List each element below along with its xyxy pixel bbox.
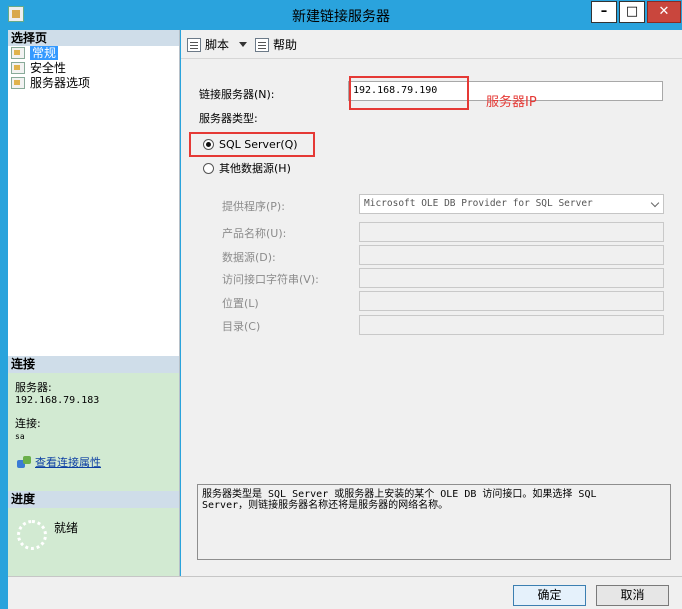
server-type-label: 服务器类型: xyxy=(199,112,258,125)
progress-panel: 就绪 xyxy=(8,508,179,576)
left-panel: 选择页 常规 安全性 服务器选项 连接 服务器: 192.168.79.183 … xyxy=(8,30,180,576)
server-label: 服务器: xyxy=(15,381,52,394)
connection-panel: 服务器: 192.168.79.183 连接: sa 查看连接属性 xyxy=(8,373,179,491)
select-page-heading: 选择页 xyxy=(8,30,179,46)
description-line: Server，则链接服务器名称还将是服务器的网络名称。 xyxy=(202,500,449,511)
progress-heading: 进度 xyxy=(8,491,179,508)
page-icon xyxy=(11,47,25,59)
server-ip-highlight xyxy=(349,76,469,110)
connection-value: sa xyxy=(15,432,25,441)
provider-value: Microsoft OLE DB Provider for SQL Server xyxy=(364,198,593,209)
cancel-button[interactable]: 取消 xyxy=(596,585,669,606)
main-panel: 脚本 帮助 链接服务器(N): 192.168.79.190 服务器IP 服务器… xyxy=(181,30,682,576)
button-bar: 确定 取消 xyxy=(8,576,682,609)
sidebar-item-label: 服务器选项 xyxy=(30,76,91,90)
location-label: 位置(L) xyxy=(222,297,259,310)
page-icon xyxy=(11,62,25,74)
provider-label: 提供程序(P): xyxy=(222,200,285,213)
view-connection-properties[interactable]: 查看连接属性 xyxy=(15,455,172,470)
description-line: 服务器类型是 SQL Server 或服务器上安装的某个 OLE DB 访问接口… xyxy=(202,489,597,500)
connection-heading: 连接 xyxy=(8,356,179,373)
product-name-label: 产品名称(U): xyxy=(222,227,287,240)
window-title: 新建链接服务器 xyxy=(292,9,390,25)
close-button[interactable]: ✕ xyxy=(647,1,681,23)
sidebar-item-server-options[interactable]: 服务器选项 xyxy=(8,76,179,91)
sidebar-item-security[interactable]: 安全性 xyxy=(8,61,179,76)
location-input[interactable] xyxy=(359,291,664,311)
progress-status: 就绪 xyxy=(54,521,79,535)
connection-properties-icon xyxy=(17,456,31,468)
maximize-button[interactable]: □ xyxy=(619,1,645,23)
script-dropdown-icon[interactable] xyxy=(239,42,247,47)
minimize-icon: – xyxy=(600,4,608,19)
provider-select[interactable]: Microsoft OLE DB Provider for SQL Server xyxy=(359,194,664,214)
provider-string-input[interactable] xyxy=(359,268,664,288)
chevron-down-icon xyxy=(650,198,660,208)
radio-unchecked-icon xyxy=(203,163,214,174)
ok-button[interactable]: 确定 xyxy=(513,585,586,606)
sidebar-item-label: 常规 xyxy=(30,46,59,60)
sql-server-highlight xyxy=(189,132,315,157)
script-icon xyxy=(187,38,201,52)
provider-string-label: 访问接口字符串(V): xyxy=(222,273,319,286)
view-connection-properties-link[interactable]: 查看连接属性 xyxy=(35,456,101,469)
product-name-input[interactable] xyxy=(359,222,664,242)
server-value: 192.168.79.183 xyxy=(15,395,100,406)
data-source-input[interactable] xyxy=(359,245,664,265)
page-icon xyxy=(11,77,25,89)
data-source-label: 数据源(D): xyxy=(222,251,276,264)
description-box: 服务器类型是 SQL Server 或服务器上安装的某个 OLE DB 访问接口… xyxy=(197,484,671,560)
help-button[interactable]: 帮助 xyxy=(255,37,297,53)
script-button[interactable]: 脚本 xyxy=(187,37,229,53)
maximize-icon: □ xyxy=(625,4,639,19)
linked-server-label: 链接服务器(N): xyxy=(199,88,275,101)
connection-label: 连接: xyxy=(15,417,41,430)
sidebar-item-general[interactable]: 常规 xyxy=(8,46,179,61)
catalog-label: 目录(C) xyxy=(222,320,261,333)
title-bar[interactable]: 新建链接服务器 – □ ✕ xyxy=(0,0,682,30)
minimize-button[interactable]: – xyxy=(591,1,617,23)
script-label: 脚本 xyxy=(205,38,230,52)
server-ip-annotation: 服务器IP xyxy=(486,95,537,110)
help-icon xyxy=(255,38,269,52)
close-icon: ✕ xyxy=(658,4,670,19)
dialog-window: 新建链接服务器 – □ ✕ 选择页 常规 安全性 服务器选项 连接 服务器: 1… xyxy=(0,0,682,609)
progress-spinner-icon xyxy=(17,520,47,550)
other-source-label: 其他数据源(H) xyxy=(219,162,291,175)
catalog-input[interactable] xyxy=(359,315,664,335)
toolbar: 脚本 帮助 xyxy=(181,30,682,59)
other-source-radio[interactable]: 其他数据源(H) xyxy=(203,162,291,176)
sidebar-item-label: 安全性 xyxy=(30,61,67,75)
help-label: 帮助 xyxy=(273,38,298,52)
